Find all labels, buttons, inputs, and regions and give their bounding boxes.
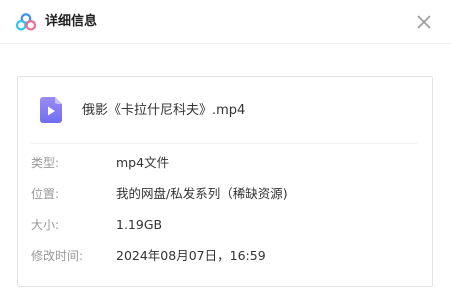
size-value: 1.19GB xyxy=(116,217,163,232)
type-value: mp4文件 xyxy=(116,155,170,170)
detail-row-modified: 修改时间: 2024年08月07日，16:59 xyxy=(31,247,421,265)
type-label: 类型: xyxy=(31,156,60,170)
detail-row-size: 大小: 1.19GB xyxy=(31,216,421,234)
close-icon[interactable] xyxy=(414,12,434,32)
location-value[interactable]: 我的网盘/私发系列（稀缺资源) xyxy=(116,185,288,203)
video-file-icon xyxy=(40,97,62,123)
detail-row-type: 类型: mp4文件 xyxy=(31,154,421,172)
dialog-header: 详细信息 xyxy=(0,0,451,44)
file-info-card: 俄影《卡拉什尼科夫》.mp4 类型: mp4文件 位置: 我的网盘/私发系列（稀… xyxy=(17,76,433,287)
location-label: 位置: xyxy=(31,187,60,201)
divider xyxy=(31,143,417,144)
modified-value: 2024年08月07日，16:59 xyxy=(116,248,266,263)
modified-label: 修改时间: xyxy=(31,249,84,263)
baidu-netdisk-logo-icon xyxy=(16,13,36,31)
file-name: 俄影《卡拉什尼科夫》.mp4 xyxy=(82,103,246,118)
file-details-dialog: 详细信息 俄影《卡拉什尼科夫》.mp4 类型: mp4文件 位置: 我的网盘/私… xyxy=(0,0,451,298)
detail-row-location: 位置: 我的网盘/私发系列（稀缺资源) xyxy=(31,185,421,203)
size-label: 大小: xyxy=(31,218,60,232)
dialog-title: 详细信息 xyxy=(45,14,98,29)
